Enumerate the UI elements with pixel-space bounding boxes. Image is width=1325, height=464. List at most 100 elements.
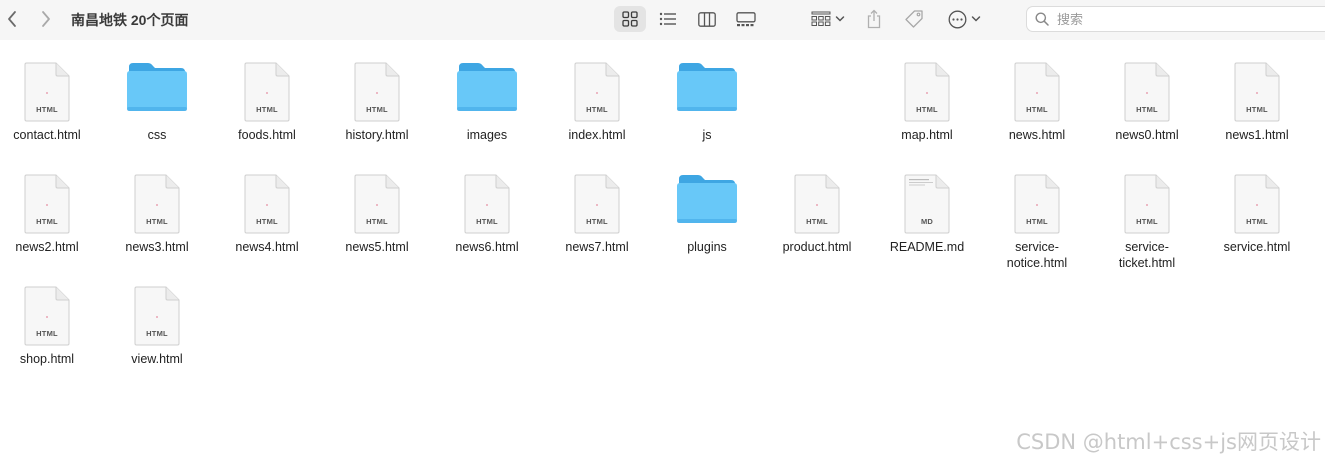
file-item[interactable]: HTML news0.html <box>1092 60 1202 143</box>
item-icon-wrap: HTML <box>794 172 840 234</box>
folder-icon <box>126 61 188 122</box>
item-label: product.html <box>782 240 852 254</box>
file-item[interactable]: HTML news4.html <box>212 172 322 255</box>
html-file-icon: HTML <box>244 174 290 234</box>
item-icon-wrap: HTML <box>1234 172 1280 234</box>
file-item[interactable]: HTML service.html <box>1202 172 1312 255</box>
list-icon <box>659 12 676 26</box>
markdown-file-icon: MD <box>904 174 950 234</box>
file-type-badge: HTML <box>806 217 828 226</box>
group-by-button[interactable] <box>806 6 850 32</box>
file-type-badge: HTML <box>36 217 58 226</box>
item-label: map.html <box>901 128 953 142</box>
item-icon-wrap <box>676 60 738 122</box>
file-item[interactable]: HTML product.html <box>762 172 872 255</box>
file-item[interactable]: MD README.md <box>872 172 982 255</box>
file-type-badge: HTML <box>1026 217 1048 226</box>
item-icon-wrap: MD <box>904 172 950 234</box>
ellipsis-circle-icon <box>948 10 966 28</box>
item-label: news7.html <box>565 240 629 254</box>
file-type-badge: HTML <box>256 105 278 114</box>
item-label: news4.html <box>235 240 299 254</box>
item-label: js <box>702 128 712 142</box>
html-file-icon: HTML <box>1234 174 1280 234</box>
item-icon-wrap: HTML <box>1124 60 1170 122</box>
file-item[interactable]: HTML news3.html <box>102 172 212 255</box>
item-label: news3.html <box>125 240 189 254</box>
grid-icon <box>622 11 638 27</box>
tag-button[interactable] <box>900 6 928 32</box>
item-icon-wrap: HTML <box>244 60 290 122</box>
item-label: index.html <box>568 128 626 142</box>
folder-item[interactable]: js <box>652 60 762 143</box>
file-item[interactable]: HTML news2.html <box>0 172 102 255</box>
file-type-badge: HTML <box>916 105 938 114</box>
item-label: images <box>466 128 508 142</box>
item-icon-wrap <box>676 172 738 234</box>
folder-icon <box>676 173 738 234</box>
folder-item[interactable]: css <box>102 60 212 143</box>
file-item[interactable]: HTML view.html <box>102 284 212 367</box>
file-item[interactable]: HTML foods.html <box>212 60 322 143</box>
file-type-badge: HTML <box>476 217 498 226</box>
item-icon-wrap: HTML <box>1014 172 1060 234</box>
item-icon-wrap: HTML <box>574 60 620 122</box>
gallery-icon <box>736 11 756 26</box>
html-file-icon: HTML <box>464 174 510 234</box>
search-field[interactable] <box>1026 6 1325 32</box>
share-button[interactable] <box>862 6 886 32</box>
file-item[interactable]: HTML index.html <box>542 60 652 143</box>
item-label: view.html <box>131 352 183 366</box>
html-file-icon: HTML <box>354 62 400 122</box>
file-item[interactable]: HTML service- notice.html <box>982 172 1092 271</box>
search-input[interactable] <box>1055 10 1299 28</box>
gallery-view-button[interactable] <box>730 6 762 32</box>
file-item[interactable]: HTML map.html <box>872 60 982 143</box>
chevron-down-icon <box>971 16 980 22</box>
html-file-icon: HTML <box>574 62 620 122</box>
html-file-icon: HTML <box>794 174 840 234</box>
group-grid-icon <box>811 11 831 26</box>
html-file-icon: HTML <box>354 174 400 234</box>
file-item[interactable]: HTML news1.html <box>1202 60 1312 143</box>
item-icon-wrap: HTML <box>24 172 70 234</box>
html-file-icon: HTML <box>24 62 70 122</box>
forward-button[interactable] <box>36 8 56 30</box>
more-actions-button[interactable] <box>942 6 986 32</box>
file-item[interactable]: HTML service- ticket.html <box>1092 172 1202 271</box>
columns-icon <box>698 11 716 27</box>
file-item[interactable]: HTML news5.html <box>322 172 432 255</box>
item-label: service.html <box>1223 240 1291 254</box>
file-item[interactable]: HTML history.html <box>322 60 432 143</box>
item-icon-wrap: HTML <box>464 172 510 234</box>
file-type-badge: HTML <box>256 217 278 226</box>
html-file-icon: HTML <box>24 286 70 346</box>
list-view-button[interactable] <box>652 6 684 32</box>
file-item[interactable]: HTML news6.html <box>432 172 542 255</box>
item-label: shop.html <box>19 352 75 366</box>
file-grid: HTML contact.html css HTML foods.html HTML his… <box>0 40 1325 464</box>
folder-icon <box>676 61 738 122</box>
watermark-text: CSDN @html+css+js网页设计 <box>1016 430 1321 454</box>
file-item[interactable]: HTML shop.html <box>0 284 102 367</box>
html-file-icon: HTML <box>1124 174 1170 234</box>
file-item[interactable]: HTML news.html <box>982 60 1092 143</box>
item-label: service- notice.html <box>1006 240 1068 270</box>
file-item[interactable]: HTML news7.html <box>542 172 652 255</box>
item-label: news2.html <box>15 240 79 254</box>
back-button[interactable] <box>2 8 22 30</box>
folder-item[interactable]: images <box>432 60 542 143</box>
file-item[interactable]: HTML contact.html <box>0 60 102 143</box>
icon-view-button[interactable] <box>614 6 646 32</box>
item-icon-wrap: HTML <box>24 60 70 122</box>
folder-item[interactable]: plugins <box>652 172 762 255</box>
window-title: 南昌地铁 20个页面 <box>71 12 189 28</box>
item-icon-wrap: HTML <box>244 172 290 234</box>
column-view-button[interactable] <box>692 6 722 32</box>
item-label: service- ticket.html <box>1118 240 1176 270</box>
html-file-icon: HTML <box>134 286 180 346</box>
file-type-badge: HTML <box>1136 105 1158 114</box>
file-type-badge: HTML <box>36 329 58 338</box>
item-icon-wrap: HTML <box>1234 60 1280 122</box>
file-type-badge: HTML <box>586 105 608 114</box>
